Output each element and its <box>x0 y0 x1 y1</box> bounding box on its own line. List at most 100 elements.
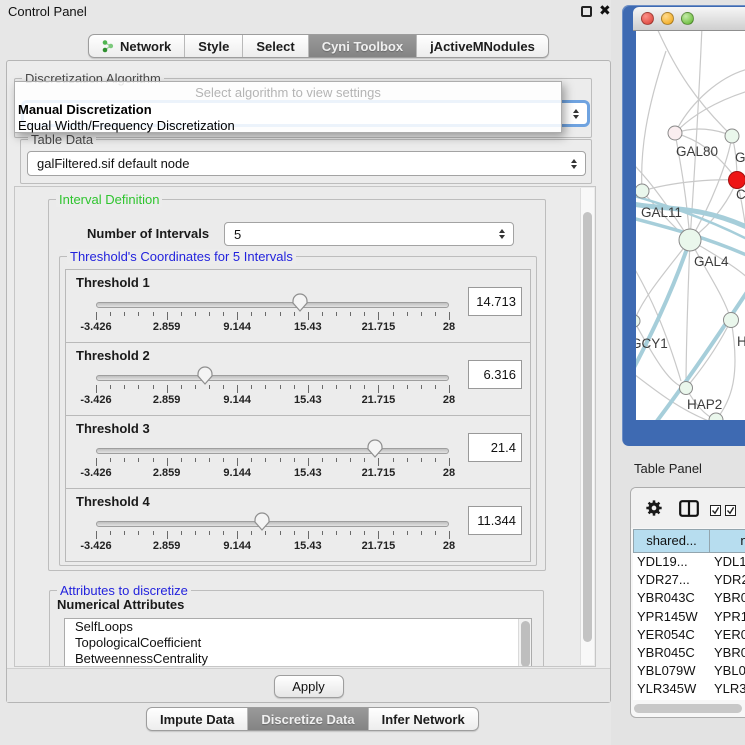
axis-tick-label: 28 <box>419 394 479 406</box>
network-view-window[interactable]: GAL80GACGAL11GAL4GCY1HHAP2 <box>622 5 745 446</box>
table-row[interactable]: YLR345WYLR3 <box>633 680 745 698</box>
table-row[interactable]: YDL19...YDL1 <box>633 553 745 571</box>
axis-tick <box>294 531 295 535</box>
network-window-titlebar[interactable] <box>633 7 745 31</box>
axis-tick <box>167 458 168 466</box>
tab-network[interactable]: Network <box>89 35 185 57</box>
axis-tick <box>421 312 422 316</box>
attribute-item-betweennesscentrality[interactable]: BetweennessCentrality <box>65 651 531 667</box>
table-row[interactable]: YIL052CYIL0 <box>633 699 745 701</box>
threshold-slider[interactable]: -3.4262.8599.14415.4321.71528 <box>96 367 449 415</box>
deselect-all-checkbox-icon[interactable] <box>725 504 736 519</box>
threshold-slider[interactable]: -3.4262.8599.14415.4321.71528 <box>96 440 449 488</box>
settings-scroll-area: Interval Definition Number of Intervals … <box>14 186 596 667</box>
float-window-icon[interactable] <box>581 6 592 17</box>
table-row[interactable]: YBR045CYBR0 <box>633 644 745 662</box>
axis-tick <box>195 531 196 535</box>
attributes-group: Attributes to discretize Numerical Attri… <box>49 590 544 667</box>
slider-thumb[interactable] <box>291 292 309 312</box>
cell-name: YIL0 <box>710 699 741 701</box>
gear-icon[interactable] <box>645 499 663 520</box>
tab-select[interactable]: Select <box>243 35 308 57</box>
network-node-green[interactable] <box>724 313 739 328</box>
column-header-2[interactable]: n <box>709 529 745 553</box>
slider-track[interactable] <box>96 448 449 454</box>
apply-button[interactable]: Apply <box>274 675 344 698</box>
tab-impute-data[interactable]: Impute Data <box>147 708 248 730</box>
slider-track[interactable] <box>96 375 449 381</box>
network-canvas[interactable]: GAL80GACGAL11GAL4GCY1HHAP2 <box>636 31 745 420</box>
control-panel-titlebar: Control Panel ✖ <box>0 0 617 22</box>
attribute-item-topologicalcoefficient[interactable]: TopologicalCoefficient <box>65 635 531 651</box>
network-node-pink[interactable] <box>668 126 682 140</box>
slider-thumb[interactable] <box>253 511 271 531</box>
settings-scrollbar[interactable] <box>580 188 594 665</box>
network-node-green[interactable] <box>725 129 739 143</box>
table-row[interactable]: YBR043CYBR0 <box>633 589 745 607</box>
window-zoom-icon[interactable] <box>681 12 694 25</box>
table-data-combobox[interactable]: galFiltered.sif default node <box>27 151 586 176</box>
column-header-1[interactable]: shared... <box>633 529 710 553</box>
attributes-scrollbar-thumb[interactable] <box>521 621 530 667</box>
number-of-intervals-combobox[interactable]: 5 <box>224 222 514 246</box>
axis-tick-label: 21.715 <box>348 467 408 479</box>
algorithm-hint-item[interactable]: Select algorithm to view settings <box>15 85 561 100</box>
axis-tick <box>308 312 309 320</box>
table-row[interactable]: YDR27...YDR2 <box>633 571 745 589</box>
axis-tick <box>407 385 408 389</box>
columns-icon[interactable] <box>679 500 699 520</box>
axis-tick-label: 9.144 <box>207 467 267 479</box>
threshold-slider[interactable]: -3.4262.8599.14415.4321.71528 <box>96 294 449 342</box>
tab-jactivemnodules[interactable]: jActiveMNodules <box>417 35 548 57</box>
network-node-green[interactable] <box>636 184 649 198</box>
threshold-value-field[interactable]: 14.713 <box>468 287 522 316</box>
axis-tick-label: 21.715 <box>348 540 408 552</box>
axis-tick <box>308 385 309 393</box>
threshold-slider[interactable]: -3.4262.8599.14415.4321.71528 <box>96 513 449 561</box>
tab-style[interactable]: Style <box>185 35 243 57</box>
table-row[interactable]: YER054CYER0 <box>633 626 745 644</box>
table-data-value: galFiltered.sif default node <box>37 156 189 171</box>
node-label-hap2: HAP2 <box>687 397 722 412</box>
network-node-green[interactable] <box>636 315 640 327</box>
axis-tick <box>124 312 125 316</box>
slider-track[interactable] <box>96 302 449 308</box>
axis-tick <box>223 458 224 462</box>
axis-tick <box>251 531 252 535</box>
select-all-checkbox-icon[interactable] <box>710 504 721 519</box>
thresholds-group-title: Threshold's Coordinates for 5 Intervals <box>67 249 296 264</box>
settings-scrollbar-thumb[interactable] <box>583 212 592 642</box>
axis-tick <box>110 531 111 535</box>
attributes-scrollbar[interactable] <box>518 619 531 667</box>
network-edge <box>642 180 737 191</box>
table-row[interactable]: YBL079WYBL0 <box>633 662 745 680</box>
table-rows: YDL19...YDL1YDR27...YDR2YBR043CYBR0YPR14… <box>633 553 745 700</box>
threshold-value-field[interactable]: 21.4 <box>468 433 522 462</box>
algorithm-option-equal-width[interactable]: Equal Width/Frequency Discretization <box>18 118 235 133</box>
close-icon[interactable]: ✖ <box>599 2 611 19</box>
combo-arrows-icon <box>499 229 505 239</box>
threshold-value-field[interactable]: 11.344 <box>468 506 522 535</box>
numerical-attributes-list[interactable]: SelfLoopsTopologicalCoefficientBetweenne… <box>64 618 532 667</box>
slider-thumb[interactable] <box>196 365 214 385</box>
network-node-red[interactable] <box>729 172 745 189</box>
slider-thumb[interactable] <box>366 438 384 458</box>
tab-cyni-toolbox[interactable]: Cyni Toolbox <box>309 35 417 57</box>
algorithm-option-manual[interactable]: Manual Discretization <box>18 102 152 117</box>
threshold-value-field[interactable]: 6.316 <box>468 360 522 389</box>
table-horizontal-scrollbar[interactable] <box>634 704 742 713</box>
axis-tick <box>237 531 238 539</box>
slider-track[interactable] <box>96 521 449 527</box>
tab-infer-network[interactable]: Infer Network <box>369 708 478 730</box>
axis-tick <box>308 531 309 539</box>
window-minimize-icon[interactable] <box>661 12 674 25</box>
table-row[interactable]: YPR145WYPR1 <box>633 608 745 626</box>
network-node-green[interactable] <box>679 229 701 251</box>
tab-discretize-data[interactable]: Discretize Data <box>248 708 368 730</box>
axis-tick <box>449 312 450 320</box>
network-node-green[interactable] <box>680 382 693 395</box>
axis-tick <box>181 385 182 389</box>
axis-tick <box>393 531 394 535</box>
attribute-item-selfloops[interactable]: SelfLoops <box>65 619 531 635</box>
window-close-icon[interactable] <box>641 12 654 25</box>
